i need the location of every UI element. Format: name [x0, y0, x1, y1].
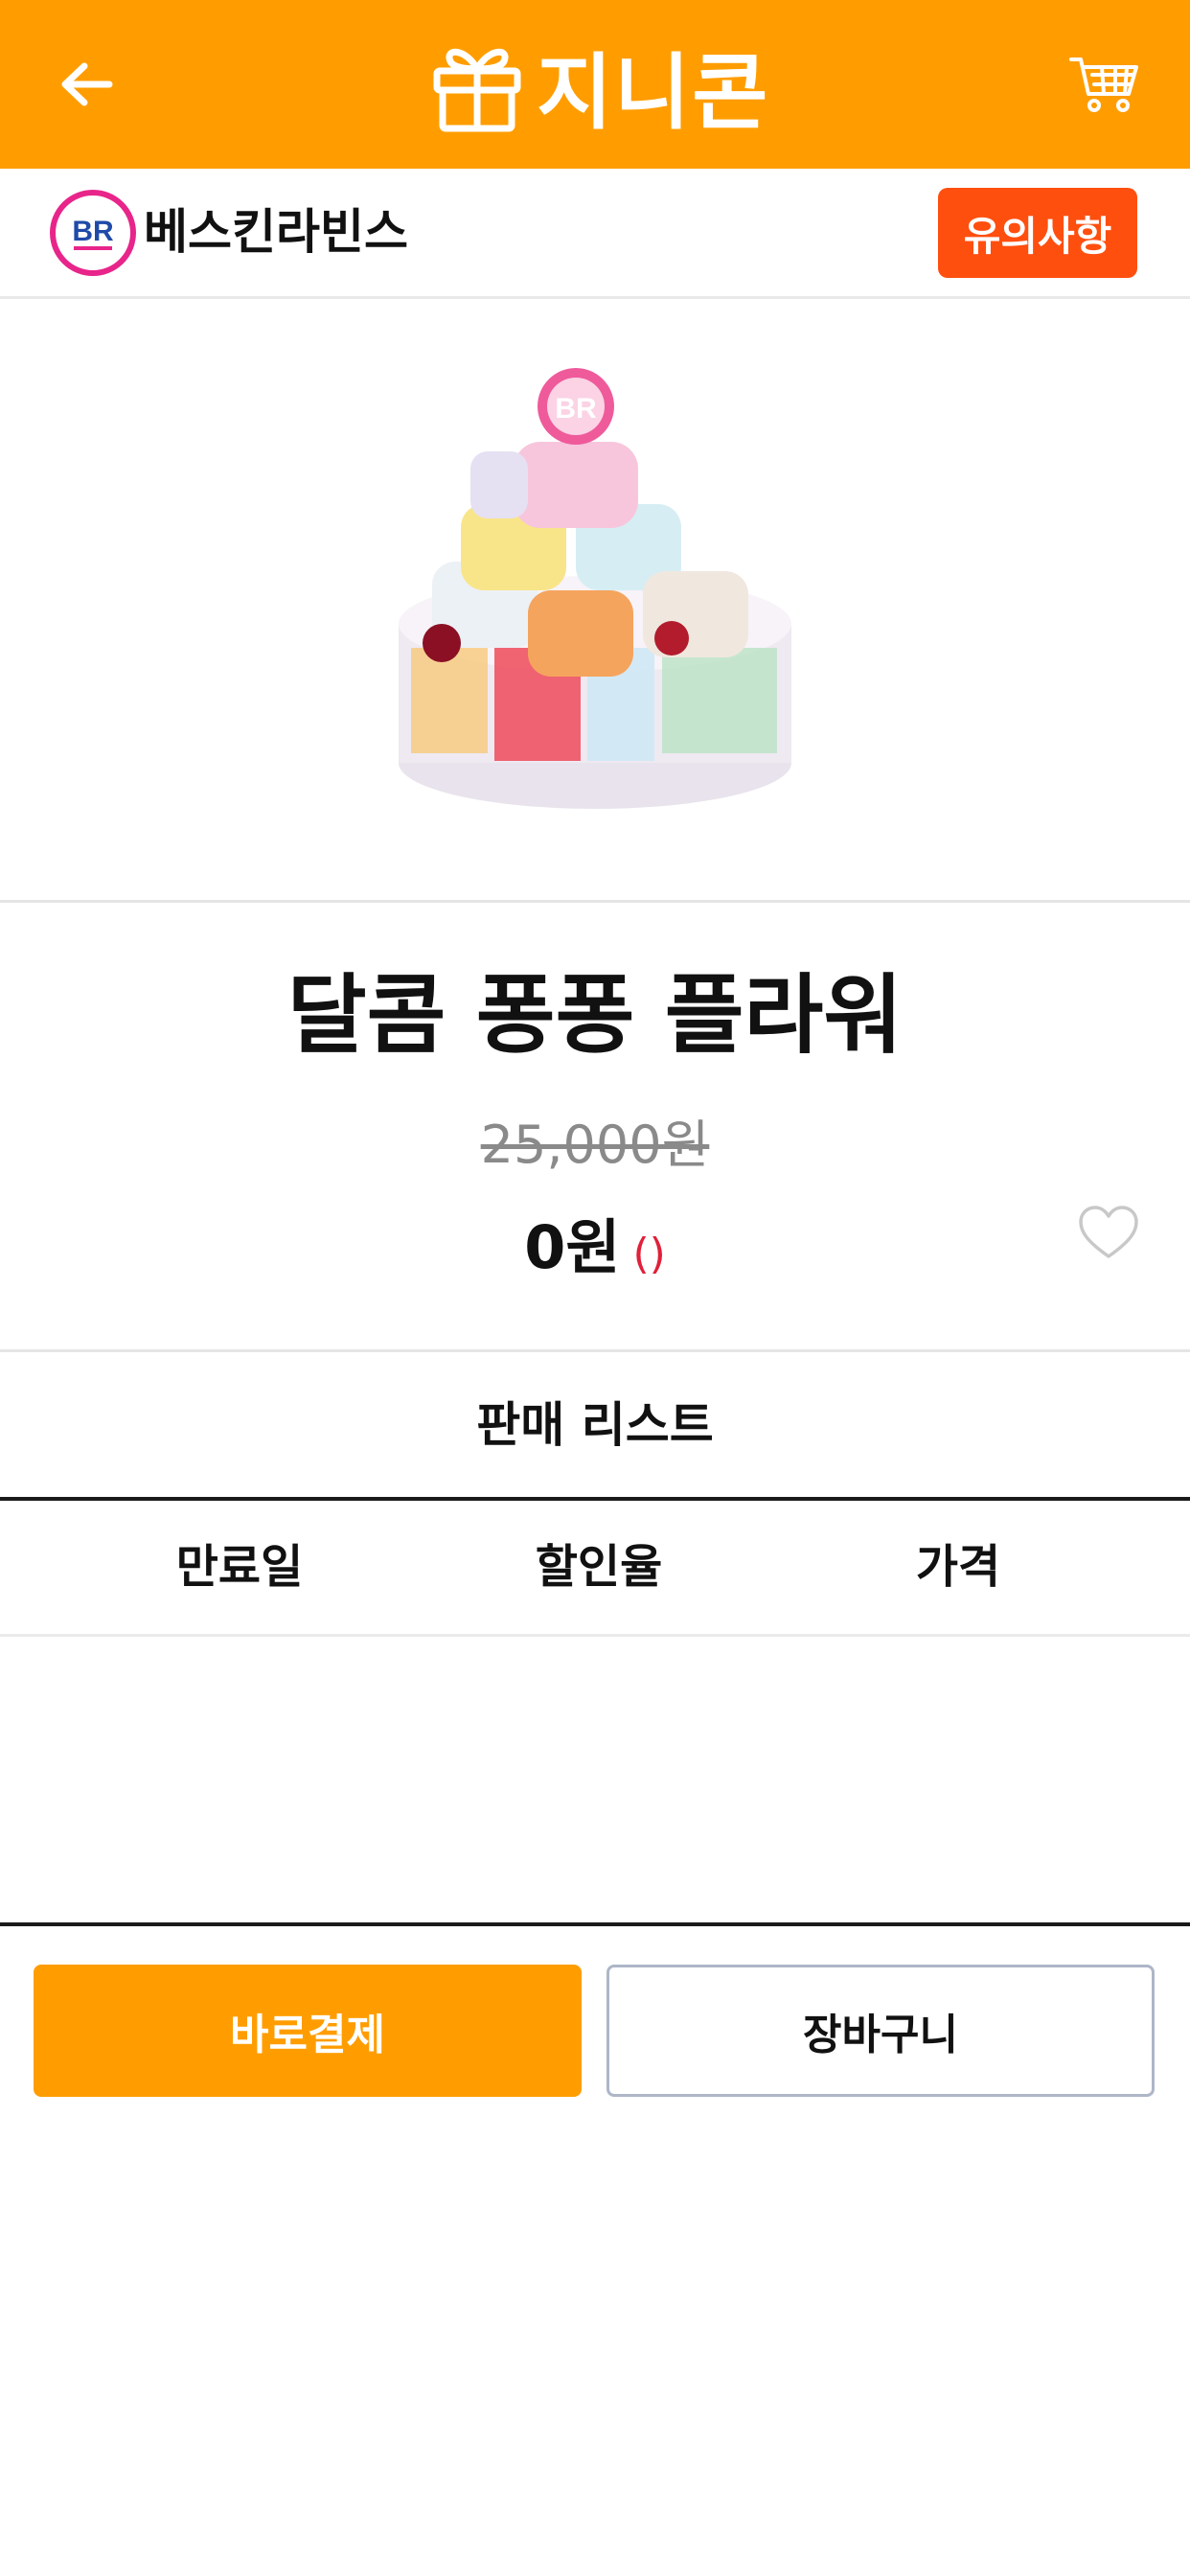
brand-name: 베스킨라빈스 — [144, 204, 408, 260]
sale-price: 0원 — [524, 1212, 621, 1282]
column-price[interactable]: 가격 — [814, 1501, 1102, 1634]
sale-price-row: 0원 () — [0, 1209, 1190, 1301]
column-expiry-date[interactable]: 만료일 — [96, 1501, 383, 1634]
original-price: 25,000원 — [480, 1115, 710, 1175]
top-header: 지니콘 — [0, 0, 1190, 169]
brand-logo: BR — [50, 190, 136, 276]
sale-list-body — [0, 1637, 1190, 1926]
sale-discount-note: () — [632, 1230, 666, 1278]
app-screen: 지니콘 BR 베스킨라빈스 유의사항 BR 달콤 퐁퐁 플라워 25,000원 … — [0, 0, 1190, 2576]
logo-text: 지니콘 — [537, 44, 770, 141]
product-title: 달콤 퐁퐁 플라워 — [286, 965, 904, 1066]
notice-button[interactable]: 유의사항 — [938, 188, 1137, 278]
svg-text:BR: BR — [555, 393, 597, 425]
svg-text:BR: BR — [72, 216, 114, 247]
back-button[interactable] — [50, 48, 123, 121]
brand-row: BR 베스킨라빈스 유의사항 — [0, 169, 1190, 299]
buy-now-button[interactable]: 바로결제 — [34, 1965, 582, 2097]
brand-logo-image: BR — [62, 202, 124, 264]
column-discount-rate[interactable]: 할인율 — [455, 1501, 743, 1634]
wishlist-button[interactable] — [1077, 1205, 1140, 1262]
gift-box-icon — [433, 49, 521, 132]
cart-button[interactable] — [1064, 48, 1144, 121]
arrow-left-icon — [61, 62, 113, 106]
add-to-cart-button[interactable]: 장바구니 — [606, 1965, 1155, 2097]
sale-list-title: 판매 리스트 — [0, 1349, 1190, 1501]
app-logo[interactable]: 지니콘 — [431, 29, 769, 141]
product-image: BR — [0, 299, 1190, 903]
sale-list-header: 만료일 할인율 가격 — [0, 1501, 1190, 1637]
cart-icon — [1069, 58, 1138, 112]
ice-cream-cake-image: BR — [399, 367, 791, 809]
heart-outline-icon — [1079, 1206, 1138, 1258]
